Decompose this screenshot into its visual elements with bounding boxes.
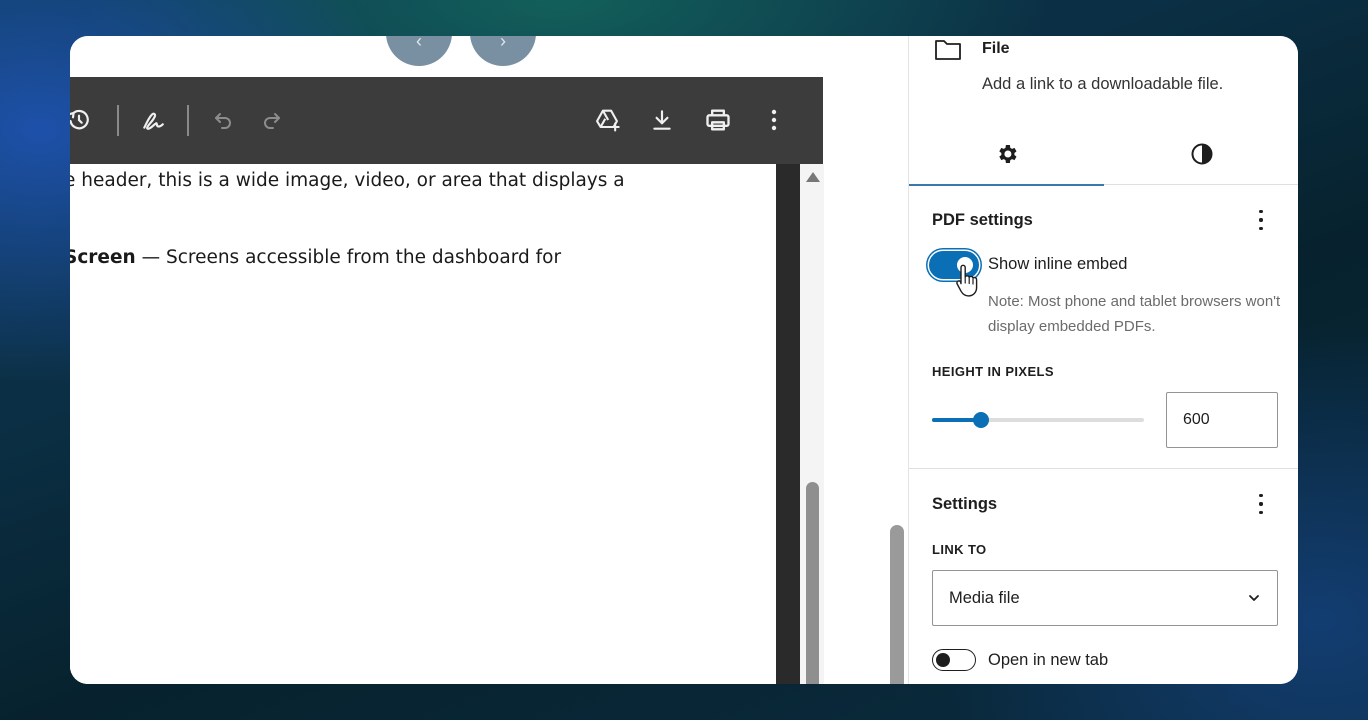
- undo-icon[interactable]: [208, 105, 238, 135]
- more-options-icon[interactable]: [759, 105, 789, 135]
- height-slider-thumb[interactable]: [972, 412, 989, 428]
- pdf-text-line: Screen — Screens accessible from the das…: [70, 247, 561, 268]
- toolbar-divider: [117, 105, 119, 136]
- folder-icon: [934, 38, 962, 67]
- settings-title[interactable]: Settings: [932, 495, 997, 514]
- chevron-right-icon: ›: [500, 36, 506, 51]
- block-title: File: [982, 40, 1010, 57]
- tab-styles[interactable]: [1104, 128, 1298, 185]
- link-to-label: LINK TO: [932, 542, 987, 557]
- pdf-scrollbar-thumb[interactable]: [806, 482, 819, 684]
- panel-divider: [909, 468, 1298, 469]
- scroll-up-arrow-icon[interactable]: [806, 172, 820, 182]
- pdf-bold-term: Screen: [70, 247, 136, 268]
- print-icon[interactable]: [703, 105, 733, 135]
- toolbar-divider: [187, 105, 189, 136]
- open-in-new-tab-toggle[interactable]: [932, 649, 976, 671]
- settings-options-icon[interactable]: [1255, 492, 1267, 516]
- height-label: HEIGHT IN PIXELS: [932, 364, 1054, 379]
- embed-note: Note: Most phone and tablet browsers won…: [988, 293, 1281, 335]
- pdf-toolbar: [70, 77, 823, 164]
- redo-icon[interactable]: [257, 105, 287, 135]
- show-inline-embed-label[interactable]: Show inline embed: [988, 255, 1127, 274]
- active-tab-indicator: [909, 184, 1104, 186]
- add-to-drive-icon[interactable]: [592, 105, 622, 135]
- pdf-viewer: e header, this is a wide image, video, o…: [70, 36, 908, 684]
- tab-settings[interactable]: [909, 128, 1104, 186]
- pdf-page: e header, this is a wide image, video, o…: [70, 164, 776, 684]
- pdf-text-rest: — Screens accessible from the dashboard …: [135, 247, 562, 268]
- pdf-settings-title[interactable]: PDF settings: [932, 211, 1033, 230]
- download-icon[interactable]: [647, 105, 677, 135]
- block-description: Add a link to a downloadable file.: [982, 75, 1224, 93]
- gear-icon: [995, 142, 1019, 171]
- contrast-icon: [1190, 142, 1214, 171]
- pdf-scroll-gutter: [776, 164, 800, 684]
- pdf-text-line: e header, this is a wide image, video, o…: [70, 170, 625, 191]
- toggle-knob: [936, 653, 950, 667]
- editor-window: e header, this is a wide image, video, o…: [70, 36, 1298, 684]
- hand-pointer-cursor-icon: [955, 264, 979, 303]
- pdf-settings-options-icon[interactable]: [1255, 208, 1267, 232]
- link-to-select[interactable]: Media file: [932, 570, 1278, 626]
- link-to-value: Media file: [949, 588, 1020, 607]
- height-input[interactable]: 600: [1166, 392, 1278, 448]
- chevron-left-icon: ‹: [416, 36, 422, 51]
- draw-icon[interactable]: [138, 105, 168, 135]
- previous-button[interactable]: ‹: [386, 36, 452, 66]
- editor-scrollbar-thumb[interactable]: [890, 525, 904, 684]
- settings-sidebar: File Add a link to a downloadable file. …: [908, 36, 1298, 684]
- chevron-down-icon: [1247, 591, 1261, 610]
- open-in-new-tab-label[interactable]: Open in new tab: [988, 651, 1108, 670]
- inspector-tabs: [909, 128, 1298, 186]
- rotate-icon[interactable]: [70, 105, 94, 135]
- next-button[interactable]: ›: [470, 36, 536, 66]
